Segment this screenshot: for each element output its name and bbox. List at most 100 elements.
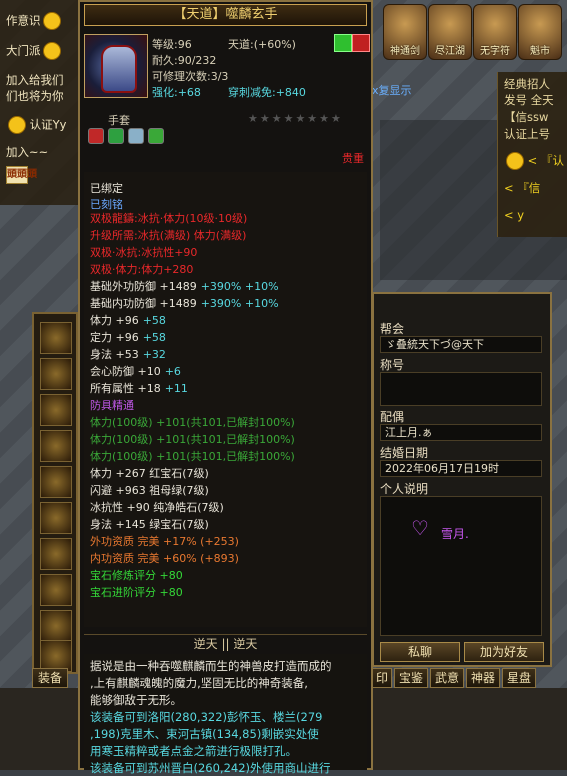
topbar-icon[interactable]: 尽江湖 [428, 4, 472, 60]
equipment-slot[interactable] [40, 358, 72, 390]
chat-line: 加入给我们 [6, 73, 64, 87]
attribute-line: 体力(100级) +101(共101,已解封100%) [90, 416, 295, 429]
attribute-line: 冰抗性 +90 纯净皓石(7级) [90, 501, 224, 514]
equipment-slot[interactable] [40, 574, 72, 606]
chat-line: < 『认 [504, 152, 564, 170]
attribute-line: 基础外功防御 +1489 +390% +10% [90, 280, 279, 293]
attribute-line: 外功资质 完美 +17% (+253) [90, 535, 239, 548]
equipment-slot[interactable] [40, 502, 72, 534]
equipment-slot-column [32, 312, 78, 674]
attribute-line: 双极龍鑄:冰抗·体力(10级·10级) [90, 212, 248, 225]
attribute-line: 身法 +145 绿宝石(7级) [90, 518, 209, 531]
attribute-line: 宝石修炼评分 +80 [90, 569, 183, 582]
item-tiandao: 天道:(+60%) [228, 38, 296, 51]
chat-line: 经典招人 [504, 77, 550, 91]
attribute-line: 身法 +53 +32 [90, 348, 166, 361]
wedding-date-label: 结婚日期 [380, 446, 429, 460]
green-gem-icon [108, 128, 124, 144]
bound-status: 已绑定 [90, 182, 123, 195]
tab-seal[interactable]: 印 [372, 668, 392, 688]
description-line: ,上有麒麟魂魄的魔力,坚固无比的神奇装备, [90, 676, 308, 690]
smiley-icon [42, 42, 61, 60]
attribute-line: 闪避 +963 祖母绿(7级) [90, 484, 209, 497]
attribute-line: 体力(100级) +101(共101,已解封100%) [90, 450, 295, 463]
attribute-line: 基础内功防御 +1489 +390% +10% [90, 297, 279, 310]
heart-icon: ♡ [411, 516, 429, 540]
chat-line: 认证Yy [6, 116, 67, 134]
bio-label: 个人说明 [380, 482, 429, 496]
tab-treasure[interactable]: 宝鉴 [394, 668, 428, 688]
item-slot-type: 手套 [108, 114, 130, 127]
chat-line: 大门派 [6, 42, 61, 60]
wedding-date-value: 2022年06月17日19时 [380, 460, 542, 477]
bind-status-icon [334, 34, 352, 52]
attribute-line: 双极·冰抗:冰抗性+90 [90, 246, 198, 259]
equipment-slot[interactable] [40, 538, 72, 570]
chat-panel: 作意识 大门派 加入给我们 们也将为你 认证Yy 加入~~ 頭頭頭 [0, 0, 81, 205]
item-enhance: 强化:+68 [152, 86, 201, 99]
item-glove-icon [84, 34, 148, 98]
chat-line: < y [504, 208, 525, 222]
precious-tag: 贵重 [342, 152, 364, 165]
item-description: 据说是由一种吞噬麒麟而生的神兽皮打造而成的 ,上有麒麟魂魄的魔力,坚固无比的神奇装… [84, 654, 367, 775]
chat-line: 【信ssw [504, 110, 549, 124]
description-line: 该装备可到苏州晋白(260,242)外使用商山进行 [90, 761, 331, 775]
description-line: 用寒玉精粹或者点金之箭进行极限打孔。 [90, 744, 297, 758]
right-chat-panel: 经典招人 发号 全天 【信ssw 认证上号 < 『认 < 『信 < y [497, 72, 567, 237]
equipment-slot[interactable] [40, 322, 72, 354]
item-name: 【天道】噬麟玄手 [173, 7, 278, 22]
private-chat-button[interactable]: 私聊 [380, 642, 460, 662]
show-toggle-link[interactable]: x复显示 [372, 82, 412, 98]
item-repair-count: 可修理次数:3/3 [152, 70, 229, 83]
attribute-line: 体力 +267 红宝石(7级) [90, 467, 209, 480]
chat-line: 们也将为你 [6, 89, 64, 103]
title-label: 称号 [380, 358, 405, 372]
equipment-slot[interactable] [40, 466, 72, 498]
chat-line: 加入~~ [6, 145, 49, 159]
item-tooltip: 【天道】噬麟玄手 等级:96 天道:(+60%) 耐久:90/232 可修理次数… [78, 0, 373, 775]
emote-icon: 頭頭頭 [6, 166, 37, 184]
equipment-slot[interactable] [40, 394, 72, 426]
description-line: 该装备可到洛阳(280,322)彭怀玉、楼兰(279 [90, 710, 323, 724]
attribute-line: 双极·体力:体力+280 [90, 263, 194, 276]
tab-artifact[interactable]: 神器 [466, 668, 500, 688]
topbar-icon[interactable]: 魁市 [518, 4, 562, 60]
character-info-panel: 帮会 ゞ叠統天下づ@天下 称号 配偶 江上月.ぁ 结婚日期 2022年06月17… [372, 292, 552, 667]
title-box [380, 372, 542, 406]
spouse-value: 江上月.ぁ [380, 424, 542, 441]
star-rating: ★★★★★★★★ [248, 112, 343, 125]
equipment-slot[interactable] [40, 430, 72, 462]
item-durability: 耐久:90/232 [152, 54, 217, 67]
gem-socket-row [88, 128, 168, 147]
tab-martial[interactable]: 武意 [430, 668, 464, 688]
topbar-icon[interactable]: 无字符 [473, 4, 517, 60]
description-line: ,198)克里木、束河古镇(134,85)剩嵌实处使 [90, 727, 319, 741]
engraved-status: 已刻铭 [90, 198, 123, 211]
add-friend-button[interactable]: 加为好友 [464, 642, 544, 662]
suit-set-name: 逆天 || 逆天 [84, 634, 367, 653]
chat-line: 认证上号 [504, 127, 550, 141]
topbar-icon[interactable]: 神通剑 [383, 4, 427, 60]
smiley-icon [8, 116, 26, 134]
description-line: 据说是由一种吞噬麒麟而生的神兽皮打造而成的 [90, 659, 332, 673]
white-gem-icon [128, 128, 144, 144]
chat-line: 作意识 [6, 12, 61, 30]
attribute-line: 定力 +96 +58 [90, 331, 166, 344]
chat-line: 发号 全天 [504, 93, 554, 107]
attribute-line: 会心防御 +10 +6 [90, 365, 181, 378]
attribute-line: 所有属性 +18 +11 [90, 382, 188, 395]
attribute-line: 内功资质 完美 +60% (+893) [90, 552, 239, 565]
smiley-icon [42, 12, 61, 30]
tab-star[interactable]: 星盘 [502, 668, 536, 688]
chat-line: < 『信 [504, 181, 541, 195]
smiley-icon [506, 152, 524, 170]
attribute-line: 体力 +96 +58 [90, 314, 166, 327]
item-pierce-reduction: 穿刺减免:+840 [228, 86, 306, 99]
tab-equipment[interactable]: 装备 [32, 668, 68, 688]
bio-value: 雪月. [441, 527, 469, 541]
chat-emote-row: 頭頭頭 [6, 166, 37, 184]
attribute-line: 宝石进阶评分 +80 [90, 586, 183, 599]
description-line: 能够御敌于无形。 [90, 693, 182, 707]
equipment-slot[interactable] [40, 610, 72, 642]
attribute-line: 体力(100级) +101(共101,已解封100%) [90, 433, 295, 446]
